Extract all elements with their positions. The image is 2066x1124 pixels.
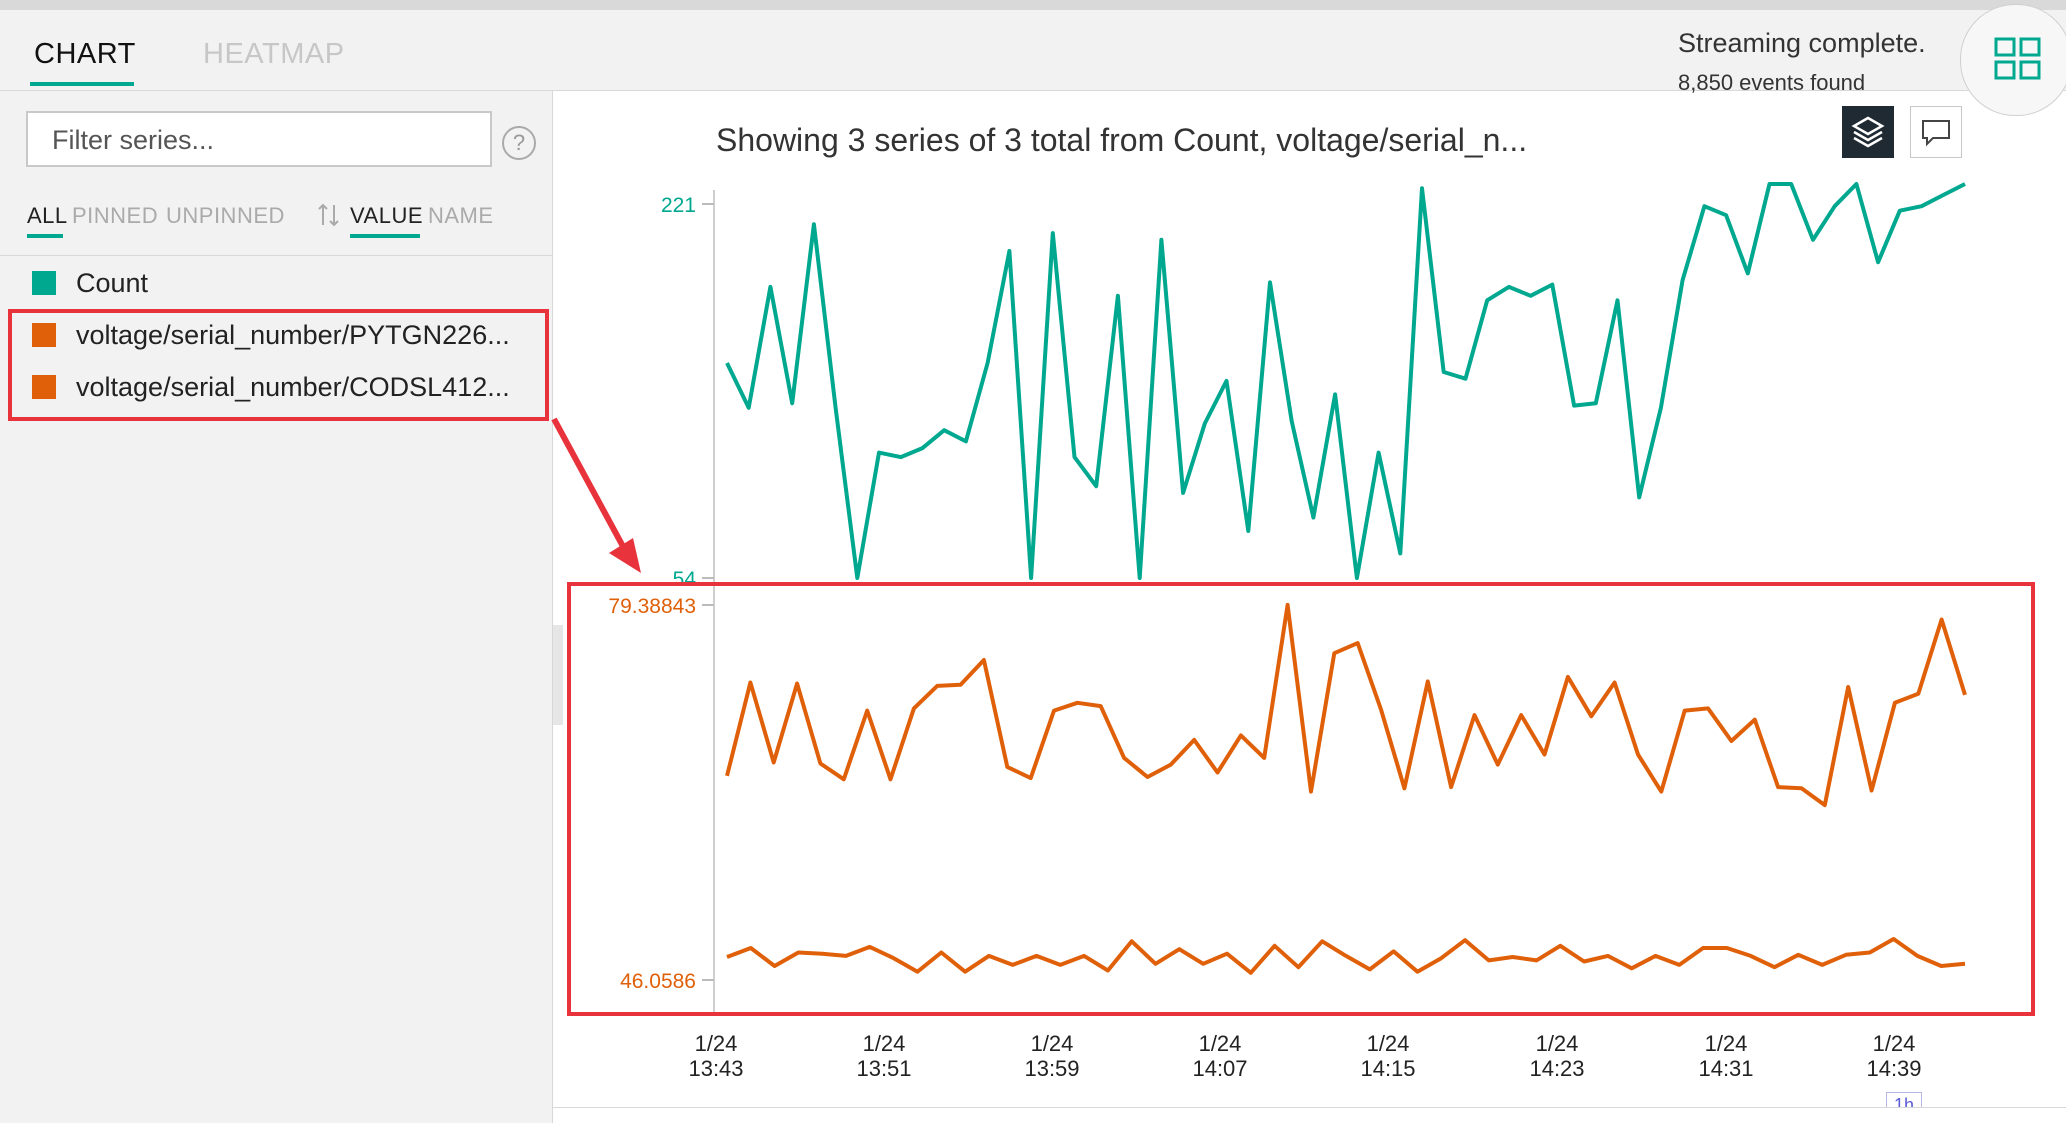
annotation-arrow bbox=[551, 417, 629, 554]
x-tick-label: 1/24 bbox=[1873, 1031, 1916, 1056]
x-tick-label: 14:39 bbox=[1866, 1056, 1921, 1081]
x-tick-label: 1/24 bbox=[1031, 1031, 1074, 1056]
x-tick-label: 1/24 bbox=[1367, 1031, 1410, 1056]
series-line-1-1 bbox=[726, 937, 1966, 975]
x-tick-label: 13:59 bbox=[1024, 1056, 1079, 1081]
x-tick-label: 1/24 bbox=[695, 1031, 738, 1056]
x-tick-label: 1/24 bbox=[1536, 1031, 1579, 1056]
series-line-1-0 bbox=[725, 602, 1967, 808]
y-tick-label: 79.38843 bbox=[608, 595, 696, 618]
x-tick-label: 1/24 bbox=[863, 1031, 906, 1056]
x-tick-label: 14:07 bbox=[1192, 1056, 1247, 1081]
timeline-brush[interactable] bbox=[553, 1107, 2066, 1124]
x-tick-label: 14:23 bbox=[1529, 1056, 1584, 1081]
y-tick-label: 54 bbox=[673, 568, 697, 591]
annotation-arrowhead bbox=[609, 538, 641, 573]
y-tick-label: 221 bbox=[661, 194, 696, 217]
x-tick-label: 13:43 bbox=[688, 1056, 743, 1081]
series-line-0-0 bbox=[725, 182, 1966, 580]
x-tick-label: 13:51 bbox=[856, 1056, 911, 1081]
x-tick-label: 1/24 bbox=[1705, 1031, 1748, 1056]
time-series-chart: 2215479.3884346.0586 1/2413:431/2413:511… bbox=[8, 182, 2035, 1081]
series-highlight-box bbox=[8, 309, 549, 421]
x-tick-label: 14:31 bbox=[1698, 1056, 1753, 1081]
x-tick-label: 14:15 bbox=[1360, 1056, 1415, 1081]
y-tick-label: 46.0586 bbox=[620, 970, 696, 993]
x-tick-label: 1/24 bbox=[1199, 1031, 1242, 1056]
